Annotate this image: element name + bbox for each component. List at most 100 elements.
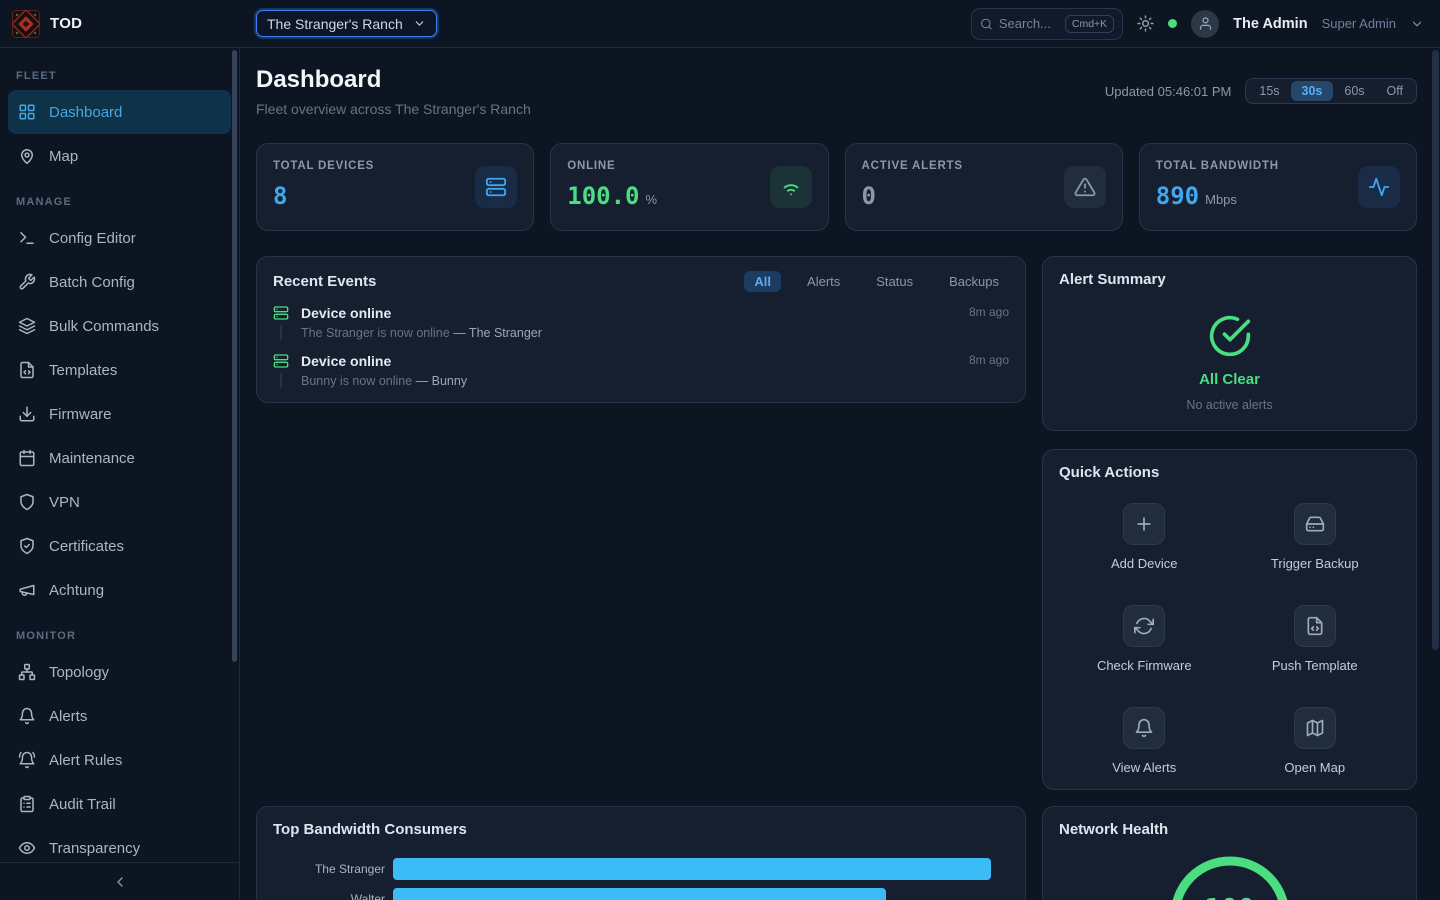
- theme-toggle-button[interactable]: [1137, 15, 1154, 32]
- event-description: The Stranger is now online — The Strange…: [301, 326, 957, 340]
- tab-backups[interactable]: Backups: [939, 271, 1009, 292]
- sidebar-nav: FLEET Dashboard Map MANAGE Config Editor…: [0, 48, 239, 870]
- refresh-off-button[interactable]: Off: [1376, 81, 1414, 101]
- sidebar-item-dashboard[interactable]: Dashboard: [8, 90, 231, 134]
- sidebar-item-templates[interactable]: Templates: [8, 348, 231, 392]
- refresh-30s-button[interactable]: 30s: [1291, 81, 1334, 101]
- stat-value: 0: [862, 182, 876, 210]
- stat-label: TOTAL BANDWIDTH: [1156, 160, 1279, 172]
- sidebar-item-topology[interactable]: Topology: [8, 650, 231, 694]
- check-firmware-button[interactable]: Check Firmware: [1097, 605, 1192, 673]
- server-icon: [273, 353, 289, 369]
- sidebar-item-alerts[interactable]: Alerts: [8, 694, 231, 738]
- tab-status[interactable]: Status: [866, 271, 923, 292]
- sidebar-item-map[interactable]: Map: [8, 134, 231, 178]
- add-device-button[interactable]: Add Device: [1111, 503, 1177, 571]
- avatar[interactable]: [1191, 10, 1219, 38]
- bandwidth-chart-title: Top Bandwidth Consumers: [273, 821, 1009, 838]
- org-selector[interactable]: The Stranger's Ranch: [256, 10, 437, 37]
- sidebar-item-vpn[interactable]: VPN: [8, 480, 231, 524]
- calendar-icon: [18, 449, 36, 467]
- sidebar-item-label: Audit Trail: [49, 796, 116, 813]
- search-shortcut-badge: Cmd+K: [1065, 15, 1114, 33]
- topbar: TOD The Stranger's Ranch Cmd+K The Admin…: [0, 0, 1440, 48]
- sidebar-item-label: Topology: [49, 664, 109, 681]
- sidebar-item-bulk-commands[interactable]: Bulk Commands: [8, 304, 231, 348]
- sidebar-item-firmware[interactable]: Firmware: [8, 392, 231, 436]
- recent-events-title: Recent Events: [273, 273, 376, 290]
- tab-all[interactable]: All: [744, 271, 781, 292]
- view-alerts-button[interactable]: View Alerts: [1112, 707, 1176, 775]
- sidebar-item-certificates[interactable]: Certificates: [8, 524, 231, 568]
- event-row[interactable]: Device online The Stranger is now online…: [273, 305, 1009, 340]
- sidebar-item-maintenance[interactable]: Maintenance: [8, 436, 231, 480]
- user-menu-chevron[interactable]: [1410, 17, 1424, 31]
- sidebar-item-label: Certificates: [49, 538, 124, 555]
- sidebar-scrollbar[interactable]: [232, 50, 237, 662]
- topbar-right: Cmd+K The Admin Super Admin: [971, 8, 1440, 40]
- sidebar-item-alert-rules[interactable]: Alert Rules: [8, 738, 231, 782]
- clipboard-list-icon: [18, 795, 36, 813]
- event-title: Device online: [301, 305, 957, 321]
- trigger-backup-button[interactable]: Trigger Backup: [1271, 503, 1359, 571]
- sidebar-collapse-button[interactable]: [0, 862, 239, 900]
- terminal-icon: [18, 229, 36, 247]
- sidebar-item-label: Alerts: [49, 708, 87, 725]
- sidebar-item-batch-config[interactable]: Batch Config: [8, 260, 231, 304]
- event-row[interactable]: Device online Bunny is now online — Bunn…: [273, 353, 1009, 388]
- bandwidth-bar-row: The Stranger: [273, 858, 1009, 880]
- section-label-manage: MANAGE: [8, 186, 231, 216]
- shield-check-icon: [18, 537, 36, 555]
- section-label-monitor: MONITOR: [8, 620, 231, 650]
- stat-card-active-alerts: ACTIVE ALERTS 0: [845, 143, 1123, 231]
- main-content: Dashboard Fleet overview across The Stra…: [240, 48, 1440, 900]
- action-label: Open Map: [1284, 760, 1345, 775]
- stat-card-total-devices: TOTAL DEVICES 8: [256, 143, 534, 231]
- bar-label: Walter: [273, 892, 385, 900]
- search-input[interactable]: [999, 16, 1059, 31]
- push-template-button[interactable]: Push Template: [1272, 605, 1358, 673]
- tab-alerts[interactable]: Alerts: [797, 271, 850, 292]
- sidebar-item-label: Map: [49, 148, 78, 165]
- sidebar-item-config-editor[interactable]: Config Editor: [8, 216, 231, 260]
- bandwidth-chart-panel: Top Bandwidth Consumers The Stranger Wal…: [256, 806, 1026, 900]
- eye-icon: [18, 839, 36, 857]
- stat-cards-row: TOTAL DEVICES 8 ONLINE 100.0 %: [256, 143, 1417, 231]
- search-box[interactable]: Cmd+K: [971, 8, 1123, 40]
- sidebar-item-label: Alert Rules: [49, 752, 122, 769]
- refresh-60s-button[interactable]: 60s: [1333, 81, 1375, 101]
- alert-summary-title: Alert Summary: [1059, 271, 1400, 288]
- action-label: View Alerts: [1112, 760, 1176, 775]
- bell-ring-icon: [18, 751, 36, 769]
- quick-actions-panel: Quick Actions Add Device Trigger Backup …: [1042, 449, 1417, 790]
- stat-label: ONLINE: [567, 160, 657, 172]
- main-scrollbar[interactable]: [1432, 50, 1439, 650]
- file-code-icon: [18, 361, 36, 379]
- sidebar-item-audit-trail[interactable]: Audit Trail: [8, 782, 231, 826]
- sidebar-item-label: Templates: [49, 362, 117, 379]
- sidebar-item-achtung[interactable]: Achtung: [8, 568, 231, 612]
- connection-status-dot: [1168, 19, 1177, 28]
- action-label: Push Template: [1272, 658, 1358, 673]
- user-icon: [1198, 16, 1213, 31]
- sidebar-item-label: Achtung: [49, 582, 104, 599]
- sidebar-item-label: Transparency: [49, 840, 140, 857]
- event-description: Bunny is now online — Bunny: [301, 374, 957, 388]
- refresh-15s-button[interactable]: 15s: [1248, 81, 1290, 101]
- wifi-icon: [780, 176, 802, 198]
- network-health-title: Network Health: [1059, 821, 1400, 838]
- stat-label: ACTIVE ALERTS: [862, 160, 963, 172]
- event-title: Device online: [301, 353, 957, 369]
- action-label: Trigger Backup: [1271, 556, 1359, 571]
- stat-card-online: ONLINE 100.0 %: [550, 143, 828, 231]
- open-map-button[interactable]: Open Map: [1284, 707, 1345, 775]
- map-icon: [1305, 718, 1325, 738]
- map-pin-icon: [18, 147, 36, 165]
- brand: TOD: [0, 10, 240, 38]
- event-device: — The Stranger: [453, 326, 542, 340]
- action-label: Check Firmware: [1097, 658, 1192, 673]
- wrench-icon: [18, 273, 36, 291]
- bandwidth-bar: [393, 888, 886, 900]
- alert-summary-panel: Alert Summary All Clear No active alerts: [1042, 256, 1417, 431]
- sidebar-item-label: Config Editor: [49, 230, 136, 247]
